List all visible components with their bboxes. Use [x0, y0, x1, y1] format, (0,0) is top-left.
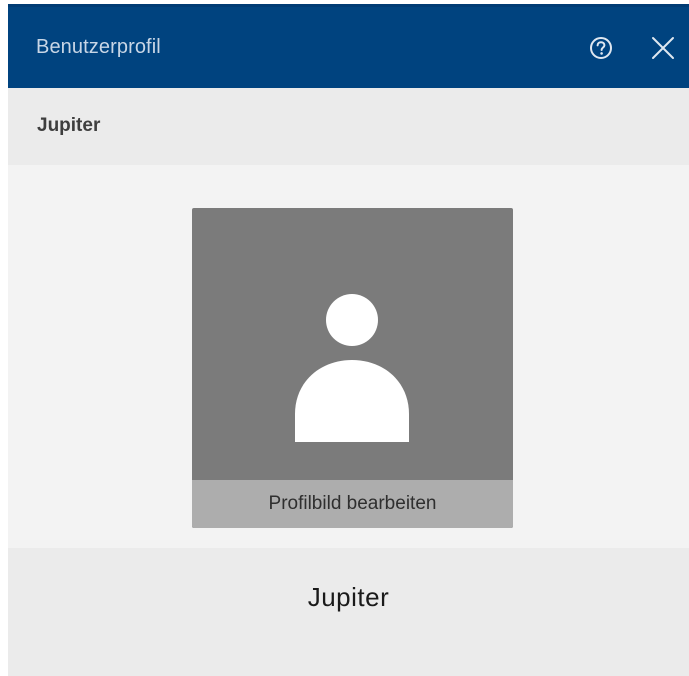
- close-button[interactable]: [650, 35, 676, 61]
- user-placeholder-icon: [295, 294, 409, 442]
- dialog-titlebar: Benutzerprofil: [8, 7, 689, 88]
- user-profile-dialog: Benutzerprofil Jupiter Profilbild bearbe…: [8, 4, 689, 676]
- help-circle-icon: [590, 37, 612, 59]
- profile-content: Profilbild bearbeiten: [8, 165, 689, 548]
- profile-picture[interactable]: Profilbild bearbeiten: [192, 208, 513, 528]
- profile-header-name: Jupiter: [37, 115, 101, 136]
- profile-footer: Jupiter: [8, 548, 689, 676]
- profile-header: Jupiter: [8, 88, 689, 165]
- dialog-title: Benutzerprofil: [36, 36, 161, 58]
- profile-display-name: Jupiter: [307, 582, 390, 612]
- edit-profile-picture-button[interactable]: Profilbild bearbeiten: [192, 480, 513, 528]
- help-button[interactable]: [588, 35, 614, 61]
- close-icon: [652, 37, 674, 59]
